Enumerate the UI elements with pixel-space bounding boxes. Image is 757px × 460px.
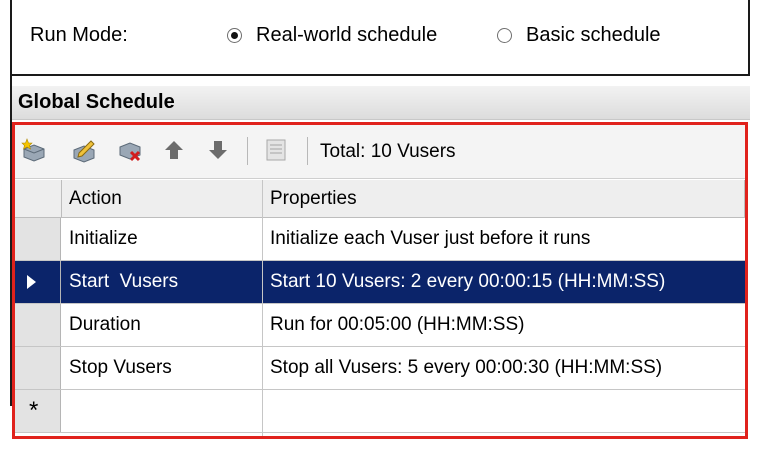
run-mode-panel: Run Mode: Real-world schedule Basic sche… (10, 0, 750, 76)
basic-schedule-label: Basic schedule (526, 24, 661, 46)
global-schedule-header: Global Schedule (12, 86, 750, 120)
radio-unselected-icon (497, 28, 512, 43)
real-world-schedule-radio[interactable]: Real-world schedule (227, 24, 437, 47)
run-mode-label: Run Mode: (30, 24, 128, 46)
basic-schedule-radio[interactable]: Basic schedule (497, 24, 661, 47)
highlight-frame (12, 122, 748, 439)
real-world-schedule-label: Real-world schedule (256, 24, 438, 46)
radio-selected-icon (227, 28, 242, 43)
global-schedule-title: Global Schedule (18, 91, 175, 113)
